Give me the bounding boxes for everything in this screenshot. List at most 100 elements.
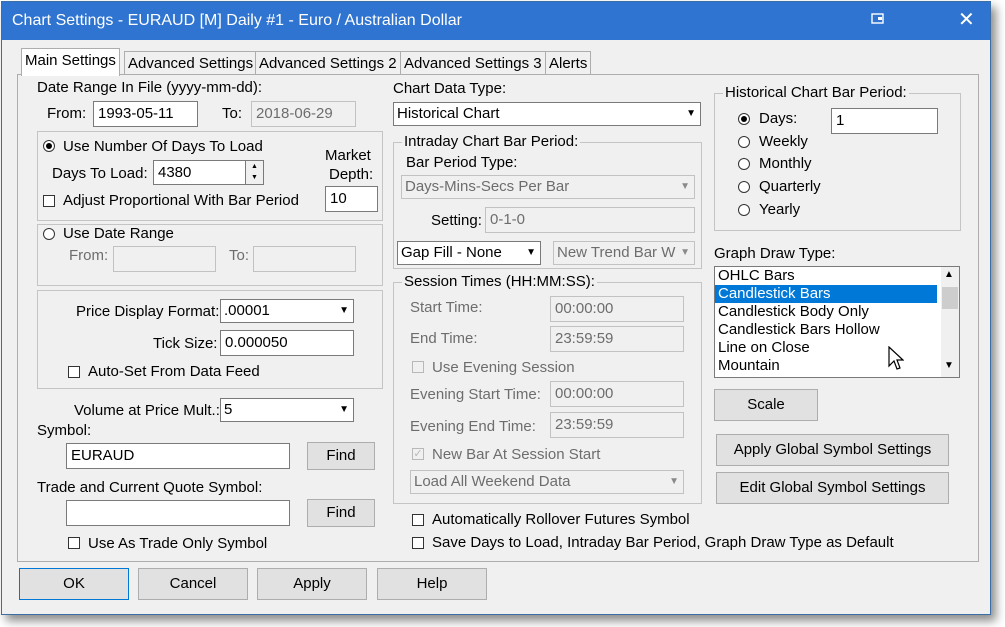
help-button[interactable]: Help xyxy=(377,568,487,600)
quarterly-label: Quarterly xyxy=(759,178,821,195)
end-time-field[interactable]: 23:59:59 xyxy=(550,326,684,352)
graph-draw-type-list[interactable]: OHLC Bars Candlestick Bars Candlestick B… xyxy=(714,266,960,378)
monthly-label: Monthly xyxy=(759,155,812,172)
volume-select[interactable]: 5 ▼ xyxy=(220,398,354,422)
market-depth-field[interactable]: 10 xyxy=(325,186,378,212)
price-format-label: Price Display Format: xyxy=(76,303,220,320)
weekly-radio[interactable] xyxy=(738,136,750,148)
evening-start-field[interactable]: 00:00:00 xyxy=(550,381,684,407)
bar-period-type-select[interactable]: Days-Mins-Secs Per Bar ▼ xyxy=(401,175,695,199)
list-item[interactable]: OHLC Bars xyxy=(715,267,937,285)
find-symbol-button[interactable]: Find xyxy=(307,442,375,470)
scroll-down-icon[interactable]: ▼ xyxy=(944,360,954,371)
evening-start-label: Evening Start Time: xyxy=(410,386,541,403)
tab-alerts[interactable]: Alerts xyxy=(545,51,592,75)
tab-advanced-settings[interactable]: Advanced Settings xyxy=(124,51,258,75)
tab-main-settings[interactable]: Main Settings xyxy=(21,48,120,76)
scroll-thumb[interactable] xyxy=(942,287,958,309)
new-bar-label: New Bar At Session Start xyxy=(432,446,601,463)
cancel-button[interactable]: Cancel xyxy=(138,568,248,600)
days-to-load-field[interactable]: 4380 xyxy=(153,160,246,185)
days-to-load-label: Days To Load: xyxy=(52,165,148,182)
chevron-down-icon: ▼ xyxy=(669,476,679,487)
rollover-checkbox[interactable] xyxy=(412,514,424,526)
chart-data-type-value: Historical Chart xyxy=(397,105,500,122)
use-date-range-radio[interactable] xyxy=(43,228,55,240)
days-radio[interactable] xyxy=(738,113,750,125)
from-label: From: xyxy=(47,105,87,122)
from-date-field[interactable]: 1993-05-11 xyxy=(93,101,198,127)
spin-up-icon[interactable]: ▲ xyxy=(246,161,263,172)
symbol-label: Symbol: xyxy=(37,422,92,439)
setting-field[interactable]: 0-1-0 xyxy=(485,207,695,233)
use-evening-label: Use Evening Session xyxy=(432,359,575,376)
days-field[interactable]: 1 xyxy=(831,108,938,134)
bar-period-type-label: Bar Period Type: xyxy=(406,154,518,171)
chevron-down-icon: ▼ xyxy=(526,247,536,258)
to-date-field[interactable]: 2018-06-29 xyxy=(251,101,356,127)
trade-symbol-label: Trade and Current Quote Symbol: xyxy=(37,479,263,496)
price-format-select[interactable]: .00001 ▼ xyxy=(220,299,354,323)
scale-button[interactable]: Scale xyxy=(714,389,818,421)
intraday-group-label: Intraday Chart Bar Period: xyxy=(402,133,581,150)
dr-from-label: From: xyxy=(69,247,109,264)
use-evening-checkbox[interactable] xyxy=(412,361,424,373)
days-spinner[interactable]: ▲ ▼ xyxy=(245,160,264,185)
list-item[interactable]: Candlestick Bars Hollow xyxy=(715,321,937,339)
trade-only-label: Use As Trade Only Symbol xyxy=(88,535,268,552)
dr-to-label: To: xyxy=(229,247,250,264)
weekend-value: Load All Weekend Data xyxy=(414,473,571,490)
tab-advanced-settings-3[interactable]: Advanced Settings 3 xyxy=(400,51,546,75)
apply-button[interactable]: Apply xyxy=(257,568,367,600)
use-days-label: Use Number Of Days To Load xyxy=(63,138,263,155)
dr-from-field[interactable] xyxy=(113,246,216,272)
dr-to-field[interactable] xyxy=(253,246,356,272)
start-time-field[interactable]: 00:00:00 xyxy=(550,296,684,322)
evening-end-field[interactable]: 23:59:59 xyxy=(550,412,684,438)
spin-down-icon[interactable]: ▼ xyxy=(246,172,263,183)
find-trade-symbol-button[interactable]: Find xyxy=(307,499,375,527)
graph-draw-type-label: Graph Draw Type: xyxy=(714,245,836,262)
market-depth-label-2: Depth: xyxy=(329,166,374,183)
adjust-label: Adjust Proportional With Bar Period xyxy=(63,192,299,209)
mouse-cursor-icon xyxy=(888,345,905,376)
auto-set-checkbox[interactable] xyxy=(68,366,80,378)
new-bar-checkbox[interactable]: ✓ xyxy=(412,448,424,460)
monthly-radio[interactable] xyxy=(738,158,750,170)
yearly-radio[interactable] xyxy=(738,204,750,216)
use-days-radio[interactable] xyxy=(43,140,55,152)
gap-fill-value: Gap Fill - None xyxy=(401,244,502,261)
pin-icon[interactable] xyxy=(870,11,886,27)
session-times-label: Session Times (HH:MM:SS): xyxy=(402,273,597,290)
new-trend-select[interactable]: New Trend Bar W ▼ xyxy=(553,241,695,265)
trade-only-checkbox[interactable] xyxy=(68,537,80,549)
list-scrollbar[interactable]: ▲ ▼ xyxy=(941,267,959,377)
scroll-up-icon[interactable]: ▲ xyxy=(944,269,954,280)
tick-size-field[interactable]: 0.000050 xyxy=(220,330,354,356)
edit-global-button[interactable]: Edit Global Symbol Settings xyxy=(716,472,949,504)
list-item[interactable]: Candlestick Body Only xyxy=(715,303,937,321)
rollover-label: Automatically Rollover Futures Symbol xyxy=(432,511,690,528)
quarterly-radio[interactable] xyxy=(738,181,750,193)
tab-advanced-settings-2[interactable]: Advanced Settings 2 xyxy=(255,51,401,75)
volume-value: 5 xyxy=(224,401,233,418)
tick-size-label: Tick Size: xyxy=(153,335,218,352)
volume-label: Volume at Price Mult.: xyxy=(74,402,220,419)
ok-button[interactable]: OK xyxy=(19,568,129,600)
use-date-range-label: Use Date Range xyxy=(63,225,174,242)
list-item[interactable]: Candlestick Bars xyxy=(715,285,937,303)
close-icon[interactable]: ✕ xyxy=(958,9,975,31)
title-bar[interactable]: Chart Settings - EURAUD [M] Daily #1 - E… xyxy=(2,2,990,40)
adjust-checkbox[interactable] xyxy=(43,195,55,207)
save-days-checkbox[interactable] xyxy=(412,537,424,549)
yearly-label: Yearly xyxy=(759,201,801,218)
to-label: To: xyxy=(222,105,243,122)
apply-global-button[interactable]: Apply Global Symbol Settings xyxy=(716,434,949,466)
chart-data-type-select[interactable]: Historical Chart ▼ xyxy=(393,102,701,126)
gap-fill-select[interactable]: Gap Fill - None ▼ xyxy=(397,241,541,265)
trade-symbol-field[interactable] xyxy=(66,500,290,526)
new-trend-value: New Trend Bar W xyxy=(557,244,676,261)
weekend-select[interactable]: Load All Weekend Data ▼ xyxy=(410,470,684,494)
symbol-field[interactable]: EURAUD xyxy=(66,443,290,469)
chart-data-type-label: Chart Data Type: xyxy=(393,80,507,97)
